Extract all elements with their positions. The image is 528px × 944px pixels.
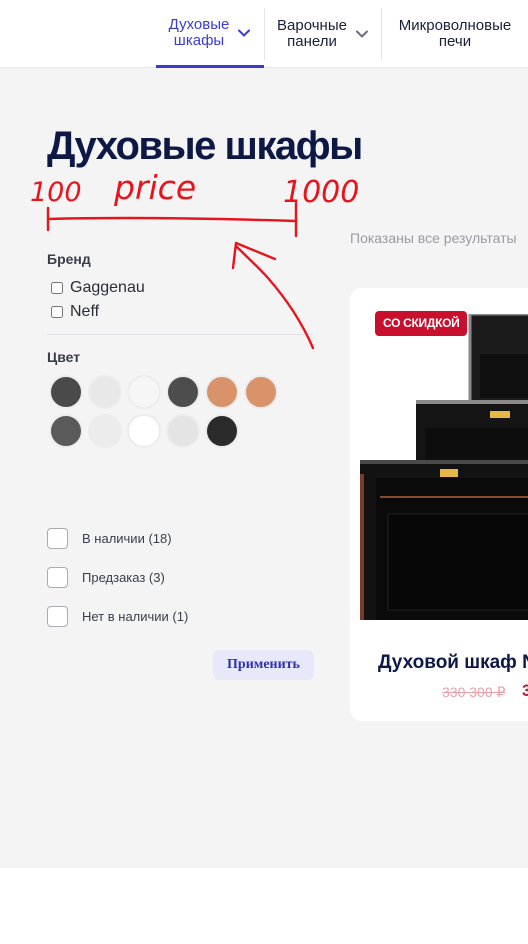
brand-option-label: Neff: [70, 303, 100, 320]
stock-option-label: В наличии (18): [82, 531, 172, 546]
stock-option-out-of-stock[interactable]: Нет в наличии (1): [47, 606, 188, 627]
oven-product-image: [360, 314, 528, 620]
stock-option-label: Предзаказ (3): [82, 570, 165, 585]
chevron-down-icon: [238, 29, 251, 37]
new-price: 3: [522, 681, 528, 700]
results-note: Показаны все результаты: [350, 230, 517, 246]
color-swatch[interactable]: [88, 375, 122, 409]
nav-tab-label: Варочные панели: [277, 17, 347, 50]
brand-checkbox[interactable]: [51, 282, 63, 294]
stock-checkbox[interactable]: [47, 606, 68, 627]
color-swatch[interactable]: [166, 414, 200, 448]
brand-option-label: Gaggenau: [70, 279, 145, 296]
color-swatch[interactable]: [166, 375, 200, 409]
stock-option-preorder[interactable]: Предзаказ (3): [47, 567, 165, 588]
color-swatch[interactable]: [127, 414, 161, 448]
color-swatch[interactable]: [49, 375, 83, 409]
stock-checkbox[interactable]: [47, 567, 68, 588]
filter-divider: [47, 334, 313, 335]
brand-checkbox[interactable]: [51, 306, 63, 318]
old-price: 330 300 ₽: [442, 684, 506, 700]
color-swatch[interactable]: [205, 375, 239, 409]
stock-option-in-stock[interactable]: В наличии (18): [47, 528, 172, 549]
color-swatch[interactable]: [88, 414, 122, 448]
color-swatch[interactable]: [205, 414, 239, 448]
color-filter-heading: Цвет: [47, 349, 81, 365]
sale-badge: СО СКИДКОЙ: [375, 311, 468, 336]
color-swatch[interactable]: [127, 375, 161, 409]
nav-tab-ovens[interactable]: Духовые шкафы: [156, 0, 264, 68]
color-swatch[interactable]: [244, 375, 278, 409]
nav-tab-microwaves[interactable]: Микроволновые печи: [382, 0, 528, 68]
page: Духовые шкафы Варочные панели Микроволно…: [0, 0, 528, 944]
color-swatch[interactable]: [49, 414, 83, 448]
nav-tab-label: Духовые шкафы: [168, 15, 230, 49]
product-title[interactable]: Духовой шкаф N: [378, 652, 528, 674]
brand-option-neff[interactable]: Neff: [51, 303, 99, 321]
chevron-down-icon: [355, 30, 368, 38]
apply-filters-button[interactable]: Применить: [213, 650, 314, 680]
catalog-area: Духовые шкафы Показаны все результаты Бр…: [0, 68, 528, 868]
nav-tab-label: Микроволновые печи: [398, 17, 512, 50]
category-nav: Духовые шкафы Варочные панели Микроволно…: [0, 0, 528, 68]
product-card[interactable]: СО СКИДКОЙ Духовой шкаф N 330 300 ₽ 3: [350, 288, 528, 721]
page-title: Духовые шкафы: [47, 124, 363, 168]
stock-option-label: Нет в наличии (1): [82, 609, 189, 624]
stock-checkbox[interactable]: [47, 528, 68, 549]
brand-option-gaggenau[interactable]: Gaggenau: [51, 279, 145, 297]
nav-tab-hobs[interactable]: Варочные панели: [265, 0, 381, 68]
brand-filter-heading: Бренд: [47, 251, 91, 267]
